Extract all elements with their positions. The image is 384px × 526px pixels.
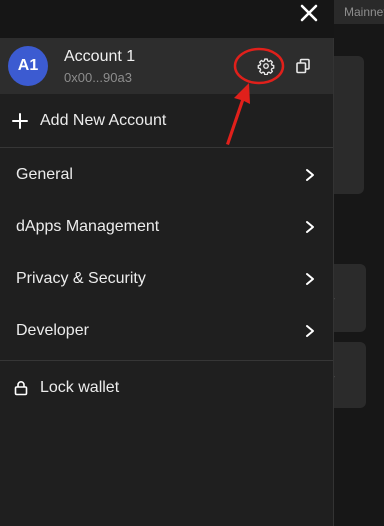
menu-item-privacy-security[interactable]: Privacy & Security bbox=[0, 253, 333, 305]
account-settings-button[interactable] bbox=[253, 53, 279, 79]
background-card[interactable] bbox=[334, 342, 366, 408]
menu-item-label: dApps Management bbox=[16, 218, 160, 235]
chevron-right-icon bbox=[306, 169, 314, 181]
account-row[interactable]: A1 Account 1 0x00...90a3 bbox=[0, 38, 333, 94]
add-account-label: Add New Account bbox=[40, 111, 167, 129]
chevron-right-icon bbox=[306, 221, 314, 233]
close-icon bbox=[300, 4, 318, 22]
background-card[interactable] bbox=[334, 264, 366, 332]
lock-wallet-label: Lock wallet bbox=[40, 379, 120, 396]
menu-item-developer[interactable]: Developer bbox=[0, 305, 333, 357]
background-card bbox=[334, 56, 364, 194]
lock-icon bbox=[14, 381, 28, 396]
copy-address-button[interactable] bbox=[290, 53, 316, 79]
gear-icon bbox=[257, 58, 275, 75]
menu-item-label: Developer bbox=[16, 322, 89, 339]
plus-icon bbox=[12, 112, 28, 129]
menu-item-dapps-management[interactable]: dApps Management bbox=[0, 201, 333, 253]
network-badge[interactable]: Mainnet bbox=[334, 0, 384, 24]
chevron-right-icon bbox=[306, 325, 314, 337]
account-name: Account 1 bbox=[64, 47, 136, 65]
account-address: 0x00...90a3 bbox=[64, 69, 132, 85]
menu-item-label: General bbox=[16, 166, 73, 183]
lock-wallet-button[interactable]: Lock wallet bbox=[0, 361, 333, 415]
close-drawer-button[interactable] bbox=[292, 0, 326, 26]
menu-drawer: A1 Account 1 0x00...90a3 Add New Account… bbox=[0, 38, 334, 526]
avatar: A1 bbox=[8, 46, 48, 86]
screen: Mainnet › › A1 Account 1 0x00...90a3 bbox=[0, 0, 384, 526]
chevron-right-icon bbox=[306, 273, 314, 285]
add-account-button[interactable]: Add New Account bbox=[0, 94, 333, 148]
copy-icon bbox=[296, 58, 310, 74]
menu-item-label: Privacy & Security bbox=[16, 270, 146, 287]
account-info: Account 1 0x00...90a3 bbox=[64, 47, 135, 86]
settings-menu: General dApps Management Privacy & Secur… bbox=[0, 149, 333, 357]
menu-item-general[interactable]: General bbox=[0, 149, 333, 201]
